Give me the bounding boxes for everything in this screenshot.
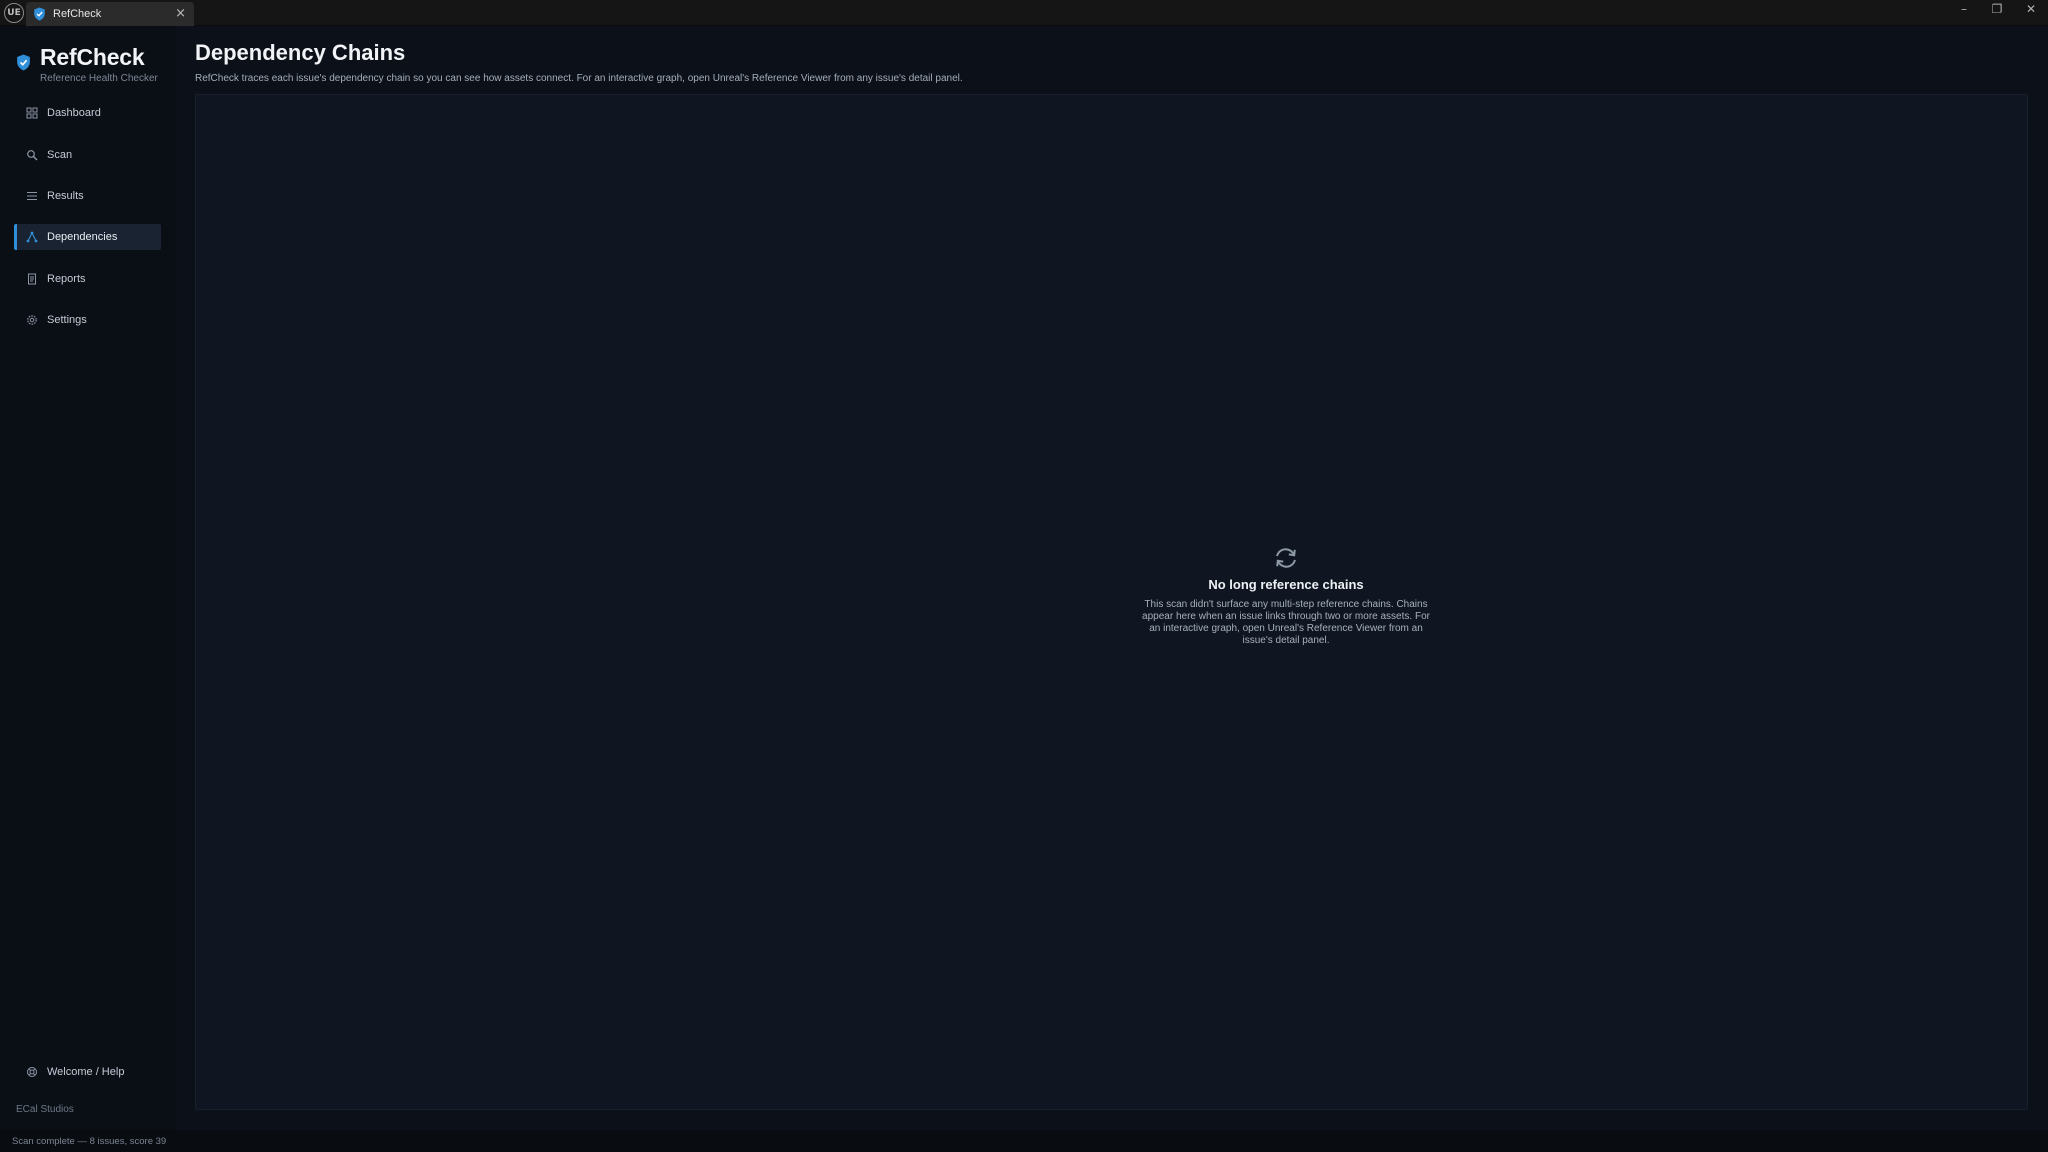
sidebar-item-reports[interactable]: Reports [14, 266, 161, 292]
shield-check-icon [34, 7, 45, 21]
tab-close-button[interactable]: × [175, 6, 186, 21]
sidebar: RefCheck Reference Health Checker Dashbo… [0, 26, 176, 1130]
dependency-tree-icon [26, 231, 38, 243]
maximize-button[interactable]: ❐ [1980, 0, 2014, 18]
sidebar-item-settings[interactable]: Settings [14, 307, 161, 333]
tab-label: RefCheck [53, 8, 102, 20]
lifebuoy-icon [27, 1067, 37, 1077]
sidebar-item-help[interactable]: Welcome / Help [14, 1059, 161, 1085]
sidebar-item-label: Dashboard [47, 107, 101, 119]
refresh-arrows-icon [1276, 548, 1296, 568]
tab-refcheck[interactable]: RefCheck × [26, 2, 194, 26]
sidebar-item-label: Dependencies [47, 231, 118, 243]
unreal-logo-icon[interactable]: UE [4, 3, 24, 23]
sidebar-item-dependencies[interactable]: Dependencies [14, 224, 161, 250]
page-description: RefCheck traces each issue's dependency … [195, 73, 963, 84]
empty-state-title: No long reference chains [1208, 577, 1364, 592]
gear-icon [27, 315, 37, 325]
sidebar-item-results[interactable]: Results [14, 183, 161, 209]
minimize-button[interactable]: – [1947, 0, 1981, 18]
sidebar-item-scan[interactable]: Scan [14, 142, 161, 168]
title-bar: UE RefCheck × – ❐ ✕ [0, 0, 2048, 26]
page-title: Dependency Chains [195, 40, 406, 65]
sidebar-item-dashboard[interactable]: Dashboard [14, 100, 161, 126]
sidebar-item-label: Results [47, 190, 84, 202]
sidebar-item-label: Welcome / Help [47, 1066, 125, 1078]
empty-state-body: This scan didn't surface any multi-step … [1142, 599, 1430, 646]
app-subtitle: Reference Health Checker [40, 73, 158, 84]
studio-credit: ECal Studios [16, 1104, 74, 1115]
document-icon [28, 273, 36, 285]
dependency-chains-panel: No long reference chains This scan didn'… [195, 94, 2028, 1110]
search-icon [27, 150, 38, 161]
sidebar-item-label: Scan [47, 149, 73, 161]
list-icon [27, 192, 37, 200]
grid-icon [26, 107, 38, 119]
shield-check-icon [17, 54, 30, 71]
window-close-button[interactable]: ✕ [2014, 0, 2048, 18]
sidebar-item-label: Settings [47, 314, 87, 326]
app-title: RefCheck [40, 44, 145, 70]
sidebar-item-label: Reports [47, 273, 86, 285]
status-bar: Scan complete — 8 issues, score 39 [0, 1130, 2048, 1152]
empty-state: No long reference chains This scan didn'… [1136, 545, 1436, 647]
status-text: Scan complete — 8 issues, score 39 [12, 1135, 167, 1147]
